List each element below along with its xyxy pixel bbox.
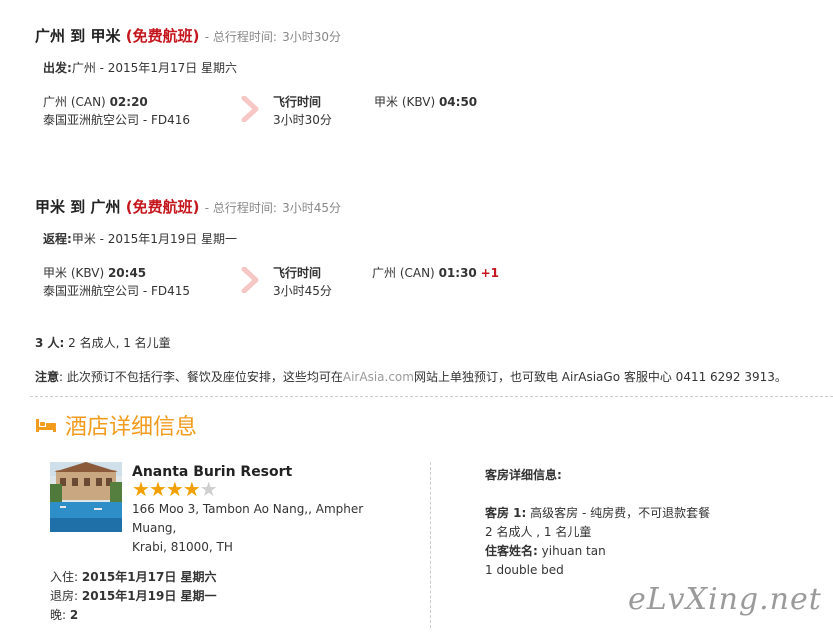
hotel-star-rating: ★★★★★ [132, 477, 218, 501]
outbound-departure-line: 出发:广州 - 2015年1月17日 星期六 [43, 59, 237, 76]
room-bed: 1 double bed [485, 563, 564, 577]
chevron-right-icon [241, 96, 259, 122]
star-empty-icon: ★ [199, 477, 218, 501]
guest-name-label: 住客姓名: [485, 544, 538, 558]
return-dep-airport: 甲米 (KBV) [43, 266, 105, 280]
return-destination: 广州 [90, 198, 121, 216]
outbound-dep-time: 02:20 [109, 95, 148, 109]
room-value: 高级客房 - 纯房费，不可退款套餐 [530, 506, 711, 520]
star-filled-icon: ★ [148, 477, 167, 501]
outbound-destination: 甲米 [90, 27, 121, 45]
outbound-arr-airport: 甲米 (KBV) [374, 95, 436, 109]
return-departure-text: 甲米 - 2015年1月19日 星期一 [71, 232, 238, 246]
room-guests: 2 名成人 , 1 名儿童 [485, 525, 592, 539]
return-departure-block: 甲米 (KBV) 20:45 泰国亚洲航空公司 - FD415 [43, 264, 190, 300]
outbound-departure-block: 广州 (CAN) 02:20 泰国亚洲航空公司 - FD416 [43, 93, 190, 129]
notice-label: 注意 [35, 370, 60, 384]
site-watermark: eLvXing.net [628, 582, 822, 617]
return-arrival-block: 广州 (CAN) 01:30 +1 [372, 264, 499, 282]
checkout-label: 退房: [50, 589, 79, 603]
outbound-dep-airport: 广州 (CAN) [43, 95, 106, 109]
hotel-stay-dates: 入住: 2015年1月17日 星期六 退房: 2015年1月19日 星期一 晚:… [50, 568, 217, 625]
guest-name-value: yihuan tan [541, 544, 606, 558]
checkout-value: 2015年1月19日 星期一 [81, 589, 217, 603]
star-filled-icon: ★ [165, 477, 184, 501]
hotel-address-line-3: Krabi, 81000, TH [132, 540, 233, 554]
hotel-column-divider [430, 462, 431, 628]
checkin-label: 入住: [50, 570, 79, 584]
outbound-free-badge: (免费航班) [125, 27, 200, 45]
return-dep-time: 20:45 [107, 266, 147, 280]
outbound-arr-time: 04:50 [438, 95, 478, 109]
return-departure-line: 返程:甲米 - 2015年1月19日 星期一 [43, 230, 237, 247]
outbound-flight-time-label: 飞行时间 [273, 95, 322, 109]
room-label: 客房 1: [485, 506, 527, 520]
hotel-address-line-1: 166 Moo 3, Tambon Ao Nang,, Ampher [132, 502, 364, 516]
outbound-arrival-block: 甲米 (KBV) 04:50 [374, 93, 477, 111]
return-to-word: 到 [70, 198, 86, 216]
return-total-label: - 总行程时间: [204, 201, 277, 215]
nights-value: 2 [69, 608, 79, 622]
outbound-airline: 泰国亚洲航空公司 - FD416 [43, 113, 191, 127]
return-departure-prefix: 返程: [43, 232, 72, 246]
outbound-departure-prefix: 出发: [43, 61, 72, 75]
return-airline: 泰国亚洲航空公司 - FD415 [43, 284, 191, 298]
hotel-section-title: 酒店详细信息 [65, 415, 198, 440]
return-flight-time-value: 3小时45分 [273, 284, 332, 298]
room-details: 客房详细信息: 客房 1: 高级客房 - 纯房费，不可退款套餐 2 名成人 , … [485, 466, 710, 580]
hotel-address-line-2: Muang, [132, 521, 177, 535]
passenger-count-value: 2 名成人, 1 名儿童 [68, 336, 171, 350]
hotel-photo[interactable] [50, 462, 122, 532]
airasia-link[interactable]: AirAsia.com [343, 370, 414, 384]
return-arr-airport: 广州 (CAN) [372, 266, 435, 280]
return-flight-time-label: 飞行时间 [273, 266, 322, 280]
chevron-right-icon [241, 267, 259, 293]
room-details-header: 客房详细信息: [485, 468, 562, 482]
outbound-to-word: 到 [70, 27, 86, 45]
return-arr-time: 01:30 [438, 266, 477, 280]
outbound-origin: 广州 [35, 27, 66, 45]
return-day-offset: +1 [480, 266, 500, 280]
checkin-value: 2015年1月17日 星期六 [81, 570, 217, 584]
return-route-title: 甲米 到 广州 (免费航班) - 总行程时间: 3小时45分 [35, 196, 341, 217]
outbound-route-title: 广州 到 甲米 (免费航班) - 总行程时间: 3小时30分 [35, 25, 341, 46]
passenger-count-label: 3 人: [35, 336, 65, 350]
return-flight-time-block: 飞行时间 3小时45分 [273, 264, 332, 300]
notice-text-2: 网站上单独预订，也可致电 AirAsiaGo 客服中心 0411 6292 39… [413, 370, 787, 384]
section-divider [30, 396, 833, 397]
return-total-value: 3小时45分 [282, 201, 342, 215]
star-filled-icon: ★ [132, 477, 150, 501]
outbound-total-label: - 总行程时间: [204, 30, 277, 44]
nights-label: 晚: [50, 608, 67, 622]
outbound-flight-time-value: 3小时30分 [273, 113, 332, 127]
outbound-departure-text: 广州 - 2015年1月17日 星期六 [71, 61, 238, 75]
notice-text-1: : 此次预订不包括行李、餐饮及座位安排，这些均可在 [59, 370, 343, 384]
outbound-total-value: 3小时30分 [282, 30, 342, 44]
hotel-address: 166 Moo 3, Tambon Ao Nang,, Ampher Muang… [132, 500, 363, 557]
bed-icon [35, 416, 57, 437]
return-free-badge: (免费航班) [125, 198, 200, 216]
star-filled-icon: ★ [182, 477, 201, 501]
booking-notice: 注意: 此次预订不包括行李、餐饮及座位安排，这些均可在AirAsia.com网站… [35, 368, 787, 386]
passenger-summary: 3 人: 2 名成人, 1 名儿童 [35, 334, 171, 352]
outbound-flight-time-block: 飞行时间 3小时30分 [273, 93, 332, 129]
return-origin: 甲米 [35, 198, 66, 216]
